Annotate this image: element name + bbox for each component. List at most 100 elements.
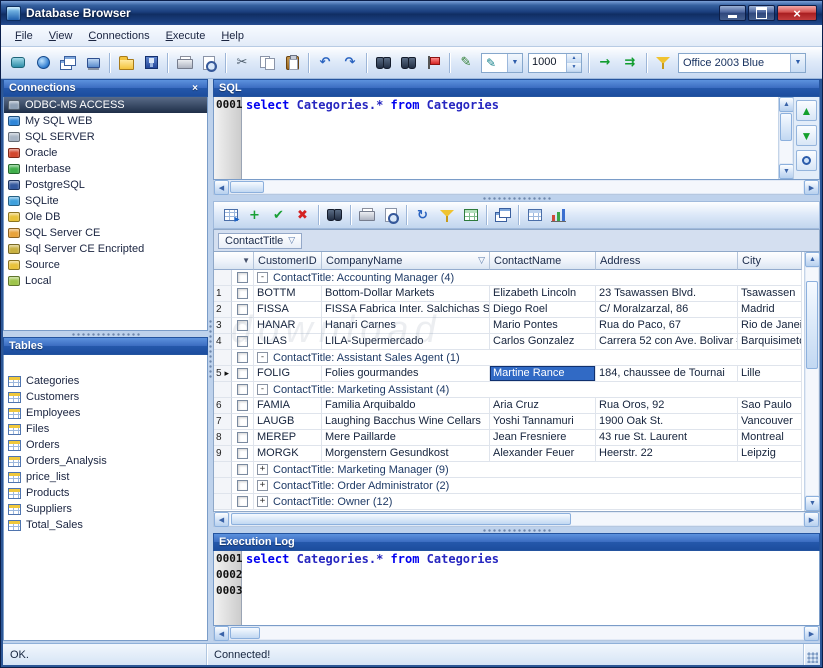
connection-item-sqlite[interactable]: SQLite (4, 193, 207, 209)
cell-contactname[interactable]: Jean Fresniere (490, 430, 596, 446)
scroll-right-icon[interactable] (804, 512, 819, 527)
sessions-button[interactable] (56, 51, 80, 75)
cell-address[interactable]: Heerstr. 22 (596, 446, 738, 462)
table-item-orders-analysis[interactable]: Orders_Analysis (4, 453, 207, 469)
cell-address[interactable]: Rua do Paco, 67 (596, 318, 738, 334)
connection-item-ole-db[interactable]: Ole DB (4, 209, 207, 225)
connection-item-oracle[interactable]: Oracle (4, 145, 207, 161)
scroll-thumb[interactable] (231, 513, 571, 525)
column-header-customerid[interactable]: CustomerID (254, 252, 322, 270)
cell-customerid[interactable]: BOTTM (254, 286, 322, 302)
open-button[interactable] (114, 51, 138, 75)
table-item-total-sales[interactable]: Total_Sales (4, 517, 207, 533)
grid-horizontal-scrollbar[interactable] (213, 512, 820, 527)
cell-customerid[interactable]: HANAR (254, 318, 322, 334)
refresh-button[interactable]: ↻ (411, 204, 434, 226)
cell-contactname[interactable]: Yoshi Tannamuri (490, 414, 596, 430)
scroll-left-icon[interactable] (214, 626, 229, 641)
disconnect-button[interactable] (81, 51, 105, 75)
menu-file[interactable]: File (7, 27, 41, 45)
connection-item-odbc-ms-access[interactable]: ODBC-MS ACCESS (4, 97, 207, 113)
sql-vertical-scrollbar[interactable] (778, 97, 793, 179)
menu-execute[interactable]: Execute (158, 27, 214, 45)
spin-up-icon[interactable]: ▲ (567, 54, 581, 63)
scroll-up-icon[interactable] (779, 97, 794, 112)
cell-address[interactable]: C/ Moralzarzal, 86 (596, 302, 738, 318)
connection-item-postgresql[interactable]: PostgreSQL (4, 177, 207, 193)
filter-button[interactable] (651, 51, 675, 75)
table-item-employees[interactable]: Employees (4, 405, 207, 421)
export-excel-button[interactable] (459, 204, 482, 226)
cell-customerid[interactable]: FAMIA (254, 398, 322, 414)
row-checkbox[interactable] (237, 352, 248, 363)
group-by-chip[interactable]: ContactTitle ▽ (218, 233, 302, 249)
table-item-files[interactable]: Files (4, 421, 207, 437)
connection-item-sql-server-ce-encripted[interactable]: Sql Server CE Encripted (4, 241, 207, 257)
group-row[interactable]: +ContactTitle: Marketing Manager (9) (214, 462, 804, 478)
row-checkbox[interactable] (237, 288, 248, 299)
query-up-button[interactable] (796, 100, 817, 121)
menu-view[interactable]: View (41, 27, 81, 45)
cell-address[interactable]: 43 rue St. Laurent (596, 430, 738, 446)
filter-edit-button[interactable] (435, 204, 458, 226)
cell-customerid[interactable]: MEREP (254, 430, 322, 446)
row-checkbox[interactable] (237, 368, 248, 379)
print-preview-button[interactable] (197, 51, 221, 75)
vertical-splitter[interactable] (208, 79, 213, 641)
save-button[interactable] (139, 51, 163, 75)
table-item-customers[interactable]: Customers (4, 389, 207, 405)
cell-contactname[interactable]: Diego Roel (490, 302, 596, 318)
sql-code[interactable]: select Categories.* from Categories (242, 97, 778, 179)
cell-address[interactable]: Rua Oros, 92 (596, 398, 738, 414)
theme-combo[interactable]: Office 2003 Blue▼ (678, 53, 806, 73)
scroll-track[interactable] (229, 180, 804, 194)
redo-button[interactable]: ↷ (338, 51, 362, 75)
connect-web-button[interactable] (31, 51, 55, 75)
row-checkbox[interactable] (237, 304, 248, 315)
row-checkbox[interactable] (237, 480, 248, 491)
scroll-left-icon[interactable] (214, 180, 229, 195)
cell-city[interactable]: Rio de Janeiro (738, 318, 802, 334)
scroll-thumb[interactable] (230, 181, 264, 193)
scroll-thumb[interactable] (806, 281, 818, 369)
grid-row[interactable]: 5FOLIGFolies gourmandesMartine Rance184,… (214, 366, 804, 382)
collapse-group-icon[interactable]: - (257, 384, 268, 395)
execute-all-button[interactable]: ⇉ (618, 51, 642, 75)
table-item-suppliers[interactable]: Suppliers (4, 501, 207, 517)
scroll-right-icon[interactable] (804, 626, 819, 641)
grid-menu-icon[interactable]: ▼ (242, 256, 250, 265)
scroll-thumb[interactable] (230, 627, 260, 639)
expand-group-icon[interactable]: + (257, 464, 268, 475)
cell-customerid[interactable]: FOLIG (254, 366, 322, 382)
cell-address[interactable]: 184, chaussee de Tournai (596, 366, 738, 382)
row-checkbox[interactable] (237, 496, 248, 507)
maximize-button[interactable] (748, 5, 775, 21)
cell-contactname[interactable]: Aria Cruz (490, 398, 596, 414)
maximize-editor-button[interactable] (796, 150, 817, 171)
fetch-data-button[interactable] (219, 204, 242, 226)
connect-button[interactable] (6, 51, 30, 75)
group-row[interactable]: -ContactTitle: Accounting Manager (4) (214, 270, 804, 286)
chart-button[interactable] (547, 204, 570, 226)
row-checkbox[interactable] (237, 384, 248, 395)
expand-group-icon[interactable]: + (257, 496, 268, 507)
cell-address[interactable]: Carrera 52 con Ave. Bolivar #65-98 (596, 334, 738, 350)
menu-connections[interactable]: Connections (80, 27, 157, 45)
group-row[interactable]: +ContactTitle: Owner (12) (214, 494, 804, 510)
filter-icon[interactable]: ▽ (478, 255, 485, 266)
cut-button[interactable]: ✂ (230, 51, 254, 75)
column-header-companyname[interactable]: CompanyName▽ (322, 252, 490, 270)
cell-city[interactable]: Lille (738, 366, 802, 382)
minimize-button[interactable] (719, 5, 746, 21)
grid-vertical-scrollbar[interactable] (804, 252, 819, 511)
close-panel-icon[interactable] (188, 82, 202, 95)
cell-companyname[interactable]: Folies gourmandes (322, 366, 490, 382)
cell-city[interactable]: Vancouver (738, 414, 802, 430)
marker-combo[interactable]: ✎▼ (481, 53, 523, 73)
scroll-up-icon[interactable] (805, 252, 820, 267)
cell-customerid[interactable]: LAUGB (254, 414, 322, 430)
scroll-track[interactable] (805, 267, 819, 496)
table-item-products[interactable]: Products (4, 485, 207, 501)
sql-editor[interactable]: 0001 select Categories.* from Categories (213, 97, 820, 180)
find-button[interactable] (371, 51, 395, 75)
